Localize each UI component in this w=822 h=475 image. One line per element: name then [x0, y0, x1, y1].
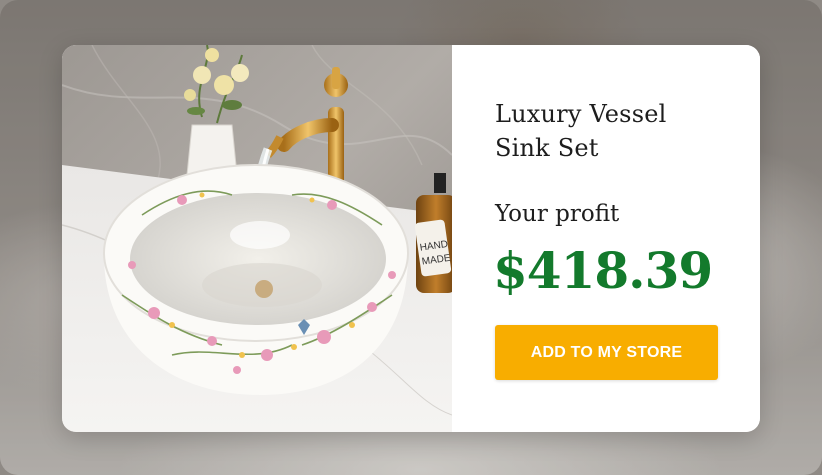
product-title: Luxury Vessel Sink Set	[495, 97, 735, 165]
product-title-line-1: Luxury Vessel	[495, 100, 667, 128]
product-card: HAND MADE Luxury Vessel Sink Set Your pr…	[62, 45, 760, 432]
product-info-panel: Luxury Vessel Sink Set Your profit $418.…	[452, 45, 760, 432]
add-to-store-button[interactable]: ADD TO MY STORE	[495, 325, 718, 380]
product-title-line-2: Sink Set	[495, 134, 599, 162]
profit-value: $418.39	[493, 241, 713, 300]
product-image: HAND MADE	[62, 45, 452, 432]
profit-label: Your profit	[495, 201, 620, 227]
